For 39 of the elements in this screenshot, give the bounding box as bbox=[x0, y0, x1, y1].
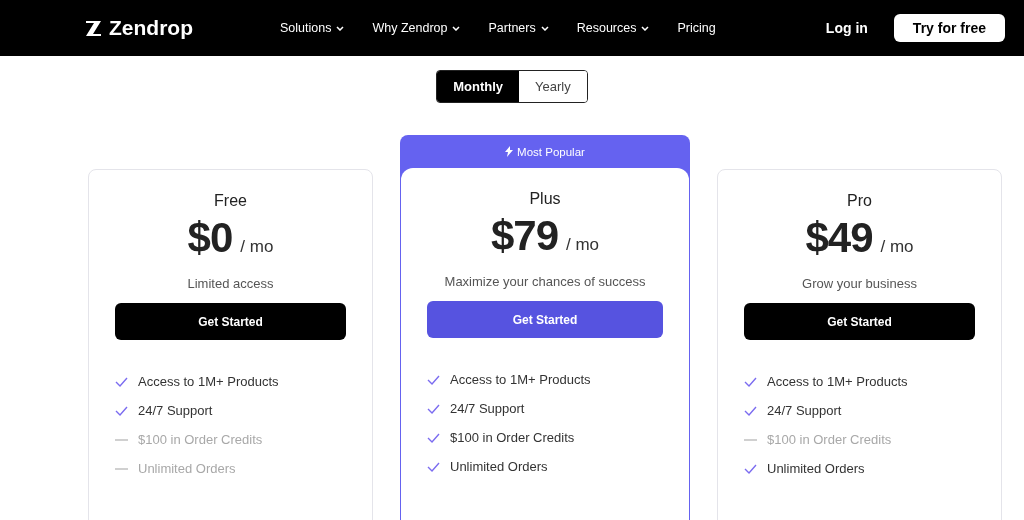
get-started-button[interactable]: Get Started bbox=[115, 303, 346, 340]
price-period: / mo bbox=[880, 237, 914, 257]
feature-text: Unlimited Orders bbox=[767, 461, 865, 476]
nav-link[interactable]: Resources bbox=[576, 21, 650, 35]
plan-name: Pro bbox=[847, 192, 872, 210]
plan-tagline: Grow your business bbox=[802, 276, 917, 291]
nav-link[interactable]: Why Zendrop bbox=[372, 21, 461, 35]
feature-text: Access to 1M+ Products bbox=[767, 374, 908, 389]
feature-text: 24/7 Support bbox=[138, 403, 213, 418]
feature-text: Unlimited Orders bbox=[138, 461, 236, 476]
plan-price: $79 bbox=[490, 212, 558, 260]
plan-price: $49 bbox=[805, 214, 873, 262]
feature-text: Unlimited Orders bbox=[450, 459, 548, 474]
price-period: / mo bbox=[566, 235, 600, 255]
feature-text: Access to 1M+ Products bbox=[450, 372, 591, 387]
get-started-button[interactable]: Get Started bbox=[744, 303, 975, 340]
feature-text: $100 in Order Credits bbox=[767, 432, 892, 447]
feature-text: $100 in Order Credits bbox=[450, 430, 575, 445]
feature-text: 24/7 Support bbox=[450, 401, 525, 416]
plan-name: Plus bbox=[529, 190, 561, 208]
nav-link[interactable]: Solutions bbox=[280, 21, 345, 35]
popular-badge-text: Most Popular bbox=[517, 145, 585, 158]
feature-text: 24/7 Support bbox=[767, 403, 842, 418]
plan-tagline: Maximize your chances of success bbox=[444, 274, 646, 289]
lightning-icon bbox=[505, 146, 514, 157]
logo-icon bbox=[85, 19, 103, 37]
logo-text[interactable]: Zendrop bbox=[109, 16, 193, 40]
try-free-button[interactable]: Try for free bbox=[893, 14, 1005, 42]
nav-link[interactable]: Partners bbox=[488, 21, 549, 35]
plan-price: $0 bbox=[187, 214, 233, 262]
feature-text: $100 in Order Credits bbox=[138, 432, 263, 447]
billing-tab[interactable]: Monthly bbox=[437, 71, 520, 102]
nav-link[interactable]: Pricing bbox=[677, 21, 716, 35]
get-started-button[interactable]: Get Started bbox=[427, 301, 663, 338]
price-period: / mo bbox=[240, 237, 274, 257]
plan-tagline: Limited access bbox=[187, 276, 274, 291]
plan-name: Free bbox=[214, 192, 247, 210]
feature-text: Access to 1M+ Products bbox=[138, 374, 279, 389]
login-link[interactable]: Log in bbox=[825, 20, 868, 36]
